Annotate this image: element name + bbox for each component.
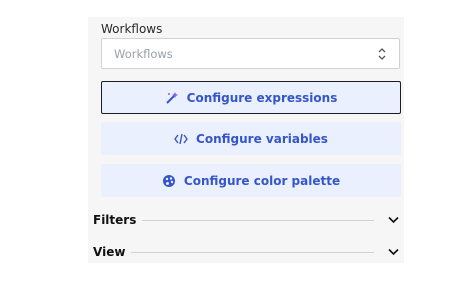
workflows-label: Workflows xyxy=(101,22,163,36)
configure-variables-label: Configure variables xyxy=(196,131,328,146)
view-label: View xyxy=(93,245,126,259)
chevron-down-icon[interactable] xyxy=(388,248,399,256)
configure-color-palette-button[interactable]: Configure color palette xyxy=(101,164,401,197)
chevron-down-icon[interactable] xyxy=(388,216,399,224)
filters-divider xyxy=(142,219,374,221)
configure-variables-button[interactable]: Configure variables xyxy=(101,122,401,155)
filters-label: Filters xyxy=(93,213,137,227)
view-section-header[interactable]: View xyxy=(93,244,399,260)
configure-expressions-label: Configure expressions xyxy=(186,90,338,105)
magic-wand-icon xyxy=(165,91,178,104)
configure-color-palette-label: Configure color palette xyxy=(183,173,341,188)
palette-icon xyxy=(162,174,175,187)
view-divider xyxy=(131,251,374,253)
code-icon xyxy=(174,133,188,144)
updown-chevron-icon xyxy=(378,48,386,60)
workflows-select[interactable]: Workflows xyxy=(101,38,400,69)
workflows-select-value: Workflows xyxy=(114,47,173,61)
configure-expressions-button[interactable]: Configure expressions xyxy=(101,81,401,114)
filters-section-header[interactable]: Filters xyxy=(93,212,399,228)
